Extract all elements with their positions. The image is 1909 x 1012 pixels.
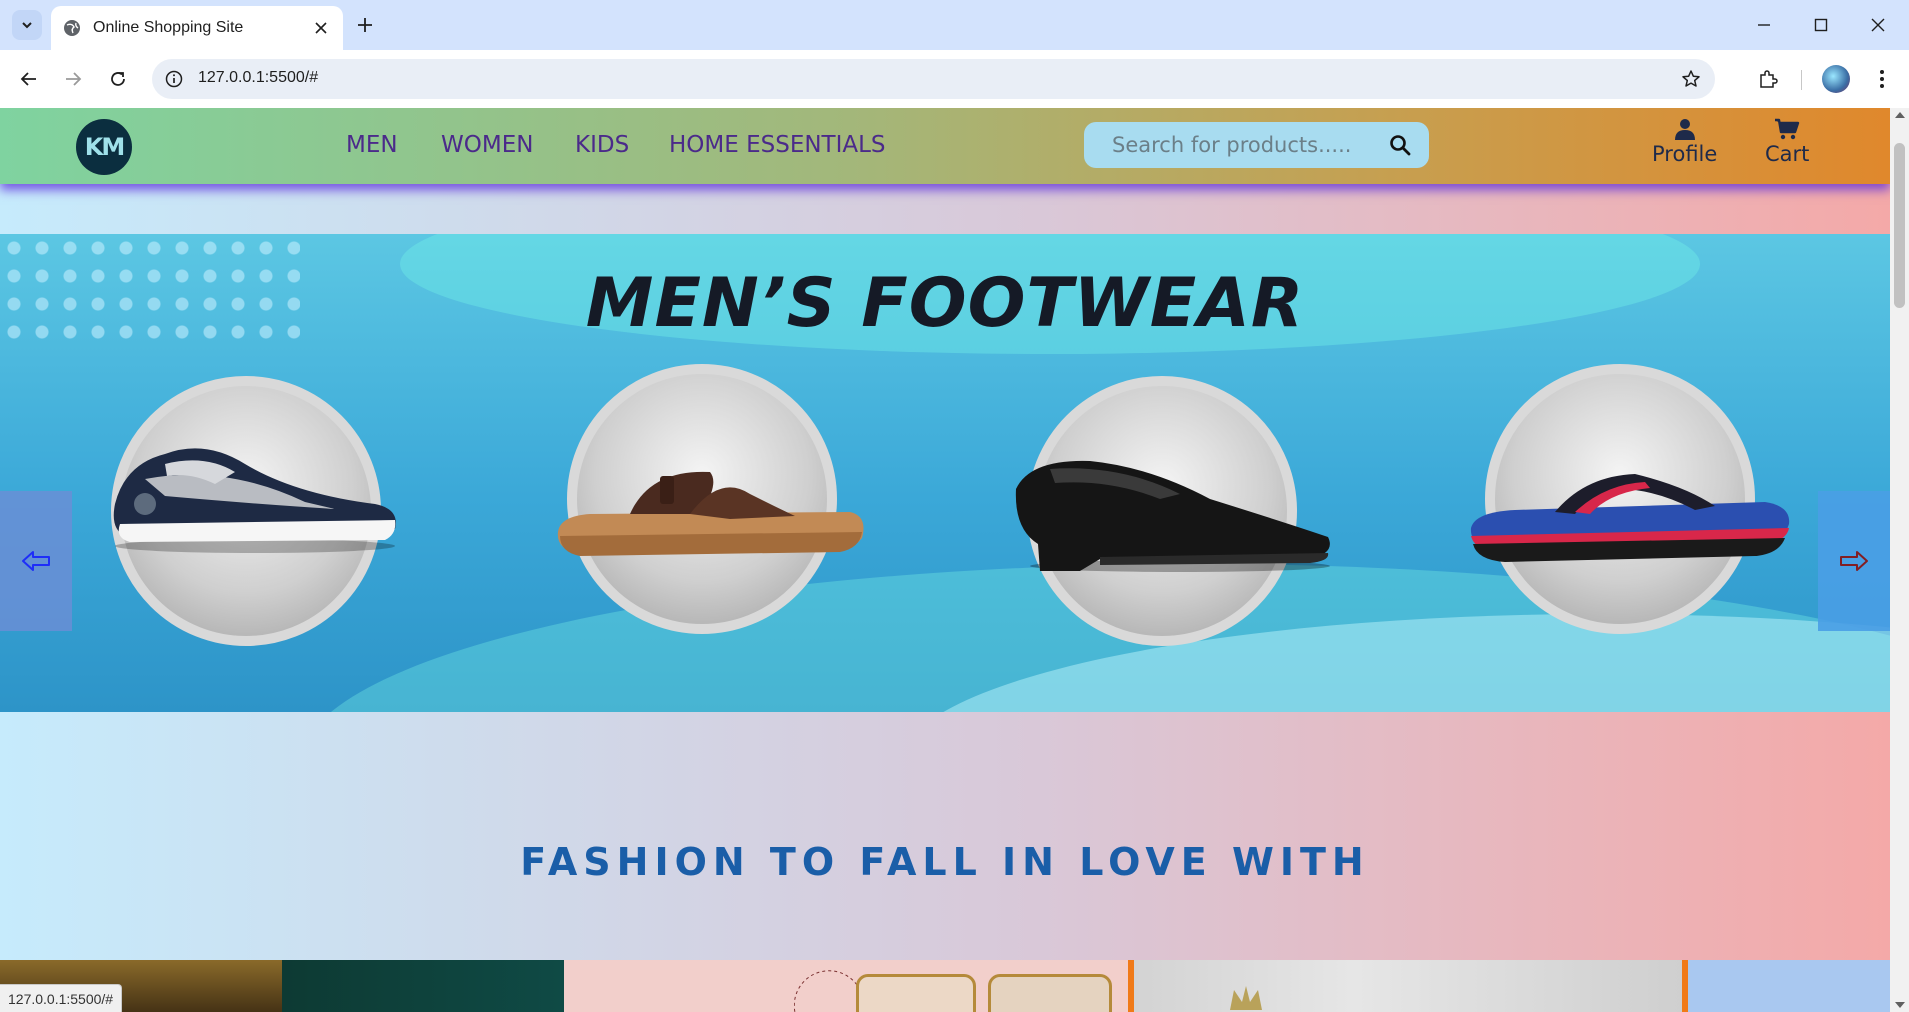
badge-graphic	[794, 970, 860, 1012]
carousel-next-button[interactable]	[1818, 491, 1890, 631]
cart-link[interactable]: Cart	[1765, 118, 1809, 166]
address-url: 127.0.0.1:5500/#	[198, 69, 319, 86]
search-icon[interactable]	[1389, 134, 1411, 156]
section-title: FASHION TO FALL IN LOVE WITH	[520, 840, 1370, 884]
arrow-left-icon	[20, 72, 36, 86]
site-search-input[interactable]	[1112, 130, 1372, 160]
category-tile[interactable]	[282, 960, 564, 1012]
nav-link-men[interactable]: MEN	[346, 132, 398, 158]
minimize-icon	[1758, 24, 1770, 26]
globe-icon	[64, 20, 80, 36]
profile-link[interactable]: Profile	[1652, 118, 1717, 166]
more-vertical-icon	[1880, 70, 1884, 88]
maximize-button[interactable]	[1801, 8, 1841, 42]
new-tab-button[interactable]	[352, 12, 378, 38]
sandal-image[interactable]	[550, 464, 870, 564]
browser-menu-button[interactable]	[1867, 64, 1897, 94]
user-icon	[1674, 119, 1695, 140]
category-tile[interactable]	[1688, 960, 1890, 1012]
profile-label: Profile	[1652, 142, 1718, 166]
reload-icon	[111, 72, 125, 86]
browser-tab[interactable]: Online Shopping Site	[51, 6, 343, 50]
sneaker-image[interactable]	[105, 424, 405, 554]
back-button[interactable]	[14, 64, 44, 94]
browser-tabstrip: Online Shopping Site	[0, 0, 1909, 50]
close-icon	[1871, 18, 1885, 32]
cart-label: Cart	[1765, 142, 1810, 166]
scroll-up-arrow[interactable]	[1895, 112, 1905, 118]
flip-flop-image[interactable]	[1465, 466, 1795, 566]
bookmark-star-icon[interactable]	[1679, 67, 1703, 91]
carousel-prev-button[interactable]	[0, 491, 72, 631]
chevron-down-icon	[22, 22, 32, 29]
browser-toolbar: 127.0.0.1:5500/#	[0, 50, 1909, 108]
tile-photo-frame	[988, 974, 1112, 1012]
cart-icon	[1775, 118, 1800, 140]
category-tile[interactable]	[1134, 960, 1682, 1012]
site-info-icon[interactable]	[162, 67, 186, 91]
page-viewport: KM MEN WOMEN KIDS HOME ESSENTIALS Profil…	[0, 108, 1890, 1012]
close-tab-icon[interactable]	[311, 18, 331, 38]
plus-icon	[358, 18, 372, 32]
status-url-bubble: 127.0.0.1:5500/#	[0, 984, 123, 1012]
puzzle-icon	[1760, 70, 1778, 88]
close-window-button[interactable]	[1858, 8, 1898, 42]
category-tile[interactable]	[564, 960, 1128, 1012]
nav-link-home-essentials[interactable]: HOME ESSENTIALS	[669, 132, 886, 158]
hero-banner: MEN’S FOOTWEAR	[0, 234, 1890, 712]
address-bar[interactable]: 127.0.0.1:5500/#	[152, 59, 1715, 99]
arrow-right-icon	[66, 72, 82, 86]
maximize-icon	[1814, 18, 1828, 32]
scrollbar-thumb[interactable]	[1894, 143, 1905, 308]
minimize-button[interactable]	[1744, 8, 1784, 42]
site-header: KM MEN WOMEN KIDS HOME ESSENTIALS Profil…	[0, 108, 1890, 184]
extensions-button[interactable]	[1753, 64, 1783, 94]
page-scrollbar[interactable]	[1890, 108, 1909, 1012]
profile-avatar[interactable]	[1822, 65, 1850, 93]
arrow-left-icon	[22, 551, 50, 571]
toolbar-divider	[1801, 70, 1802, 90]
site-logo[interactable]: KM	[76, 119, 132, 175]
scroll-down-arrow[interactable]	[1895, 1002, 1905, 1008]
site-search-box	[1084, 122, 1429, 168]
tile-photo-frame	[856, 974, 976, 1012]
nav-link-women[interactable]: WOMEN	[441, 132, 533, 158]
formal-shoe-image[interactable]	[1010, 449, 1340, 574]
arrow-right-icon	[1840, 551, 1868, 571]
tab-title: Online Shopping Site	[93, 19, 244, 36]
category-tiles	[0, 960, 1890, 1012]
tab-search-button[interactable]	[12, 10, 42, 40]
banner-title: MEN’S FOOTWEAR	[585, 264, 1305, 343]
forward-button[interactable]	[58, 64, 88, 94]
reload-button[interactable]	[103, 64, 133, 94]
nav-link-kids[interactable]: KIDS	[575, 132, 629, 158]
crown-graphic	[1230, 986, 1262, 1010]
